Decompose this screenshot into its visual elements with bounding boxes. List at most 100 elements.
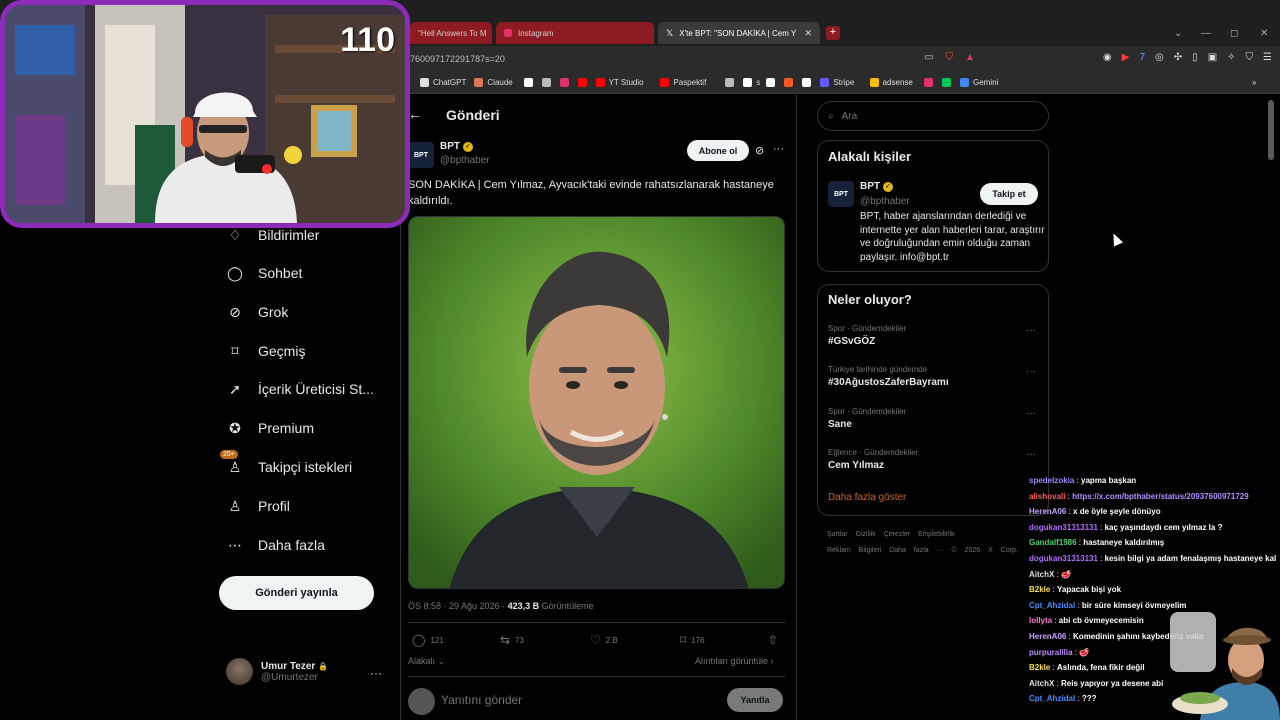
page-scrollbar[interactable] bbox=[1268, 100, 1274, 160]
show-more-link[interactable]: Daha fazla göster bbox=[828, 492, 906, 503]
bookmark-item[interactable]: Claude bbox=[474, 78, 513, 87]
chat-username[interactable]: Cpt_Ahzidal bbox=[1029, 694, 1075, 703]
trend-name[interactable]: #GSvGÖZ bbox=[828, 336, 875, 347]
tab-hell-answers[interactable]: "Hell Answers To M bbox=[410, 22, 492, 44]
account-more-icon[interactable]: ··· bbox=[370, 666, 382, 680]
nav-item-rocket[interactable]: ➚ İçerik Üreticisi St... bbox=[226, 380, 374, 398]
related-avatar[interactable]: BPT bbox=[828, 181, 854, 207]
leo-icon[interactable]: ✧ bbox=[1227, 52, 1235, 63]
bookmark-item[interactable] bbox=[802, 78, 812, 87]
chat-username[interactable]: dogukan31313131 bbox=[1029, 523, 1098, 532]
chat-username[interactable]: alishovali bbox=[1029, 492, 1065, 501]
minimize-icon[interactable]: — bbox=[1201, 28, 1211, 39]
chat-username[interactable]: AitchX bbox=[1029, 679, 1054, 688]
account-switcher[interactable]: Umur Tezer 🔒 @Umurtezer bbox=[226, 658, 328, 685]
wallet-icon[interactable]: ▣ bbox=[1208, 52, 1217, 63]
chat-username[interactable]: B2kle bbox=[1029, 663, 1050, 672]
reply-input[interactable]: Yanıtını gönder bbox=[441, 693, 522, 707]
tab-x-post[interactable]: 𝕏 X'te BPT: "SON DAKİKA | Cem Yıl ✕ bbox=[658, 22, 820, 44]
trend-more-icon[interactable]: ··· bbox=[1026, 408, 1036, 419]
repost-action[interactable]: ⇆ 73 bbox=[500, 633, 524, 647]
bookmark-item[interactable]: s bbox=[743, 78, 760, 87]
puzzle-icon[interactable]: ✣ bbox=[1174, 52, 1182, 63]
author-avatar[interactable]: BPT bbox=[408, 142, 434, 168]
bookmark-item[interactable]: ChatGPT bbox=[420, 78, 466, 87]
bookmark-item[interactable] bbox=[577, 78, 587, 87]
chat-username[interactable]: AitchX bbox=[1029, 570, 1054, 579]
sort-relevant[interactable]: Alakalı ⌄ bbox=[408, 656, 445, 667]
bookmark-item[interactable]: YT Studio bbox=[595, 78, 644, 87]
nav-item-follow-requests[interactable]: ♙ 20+ Takipçi istekleri bbox=[220, 450, 352, 476]
bookmark-action[interactable]: ⌑ 176 bbox=[680, 633, 705, 647]
chat-username[interactable]: HerenA06 bbox=[1029, 632, 1066, 641]
extension-1-icon[interactable]: ◉ bbox=[1103, 52, 1112, 63]
nav-item-grok[interactable]: ⊘ Grok bbox=[226, 303, 288, 321]
brave-shield-icon[interactable]: ⛉ bbox=[945, 52, 953, 63]
youtube-ext-icon[interactable]: ▶ bbox=[1122, 52, 1130, 63]
post-photo[interactable] bbox=[408, 216, 785, 589]
trend-more-icon[interactable]: ··· bbox=[1026, 366, 1036, 377]
url-field[interactable]: 760097172291787s=20 bbox=[410, 54, 505, 64]
nav-item-bell[interactable]: ♢ Bildirimler bbox=[226, 226, 320, 244]
nav-item-premium[interactable]: ✪ Premium bbox=[226, 419, 314, 437]
nav-item-profile[interactable]: ♙ Profil bbox=[226, 497, 290, 515]
post-time[interactable]: ÖS 8:58 · 29 Ağu 2026 · bbox=[408, 601, 508, 611]
bookmark-item[interactable] bbox=[559, 78, 569, 87]
extension-2-icon[interactable]: 7 bbox=[1139, 52, 1145, 63]
vpn-icon[interactable]: ⛉ bbox=[1246, 52, 1254, 63]
trend-more-icon[interactable]: ··· bbox=[1026, 449, 1036, 460]
brave-rewards-icon[interactable]: ▲ bbox=[965, 52, 975, 63]
more-bookmarks-icon[interactable]: » bbox=[1252, 78, 1256, 87]
bookmark-item[interactable] bbox=[942, 78, 951, 87]
chat-username[interactable]: HerenA06 bbox=[1029, 507, 1066, 516]
footer-links-1[interactable]: Şartlar Gizlilik Çerezler Erişilebilirli… bbox=[827, 531, 955, 538]
trend-more-icon[interactable]: ··· bbox=[1026, 325, 1036, 336]
bookmark-item[interactable]: Stripe bbox=[820, 78, 854, 87]
extension-3-icon[interactable]: ◎ bbox=[1155, 52, 1164, 63]
bookmark-item[interactable] bbox=[766, 78, 776, 87]
bookmark-item[interactable]: adsense bbox=[869, 78, 913, 87]
subscribe-button[interactable]: Abone ol bbox=[687, 140, 749, 161]
post-more-icon[interactable]: ··· bbox=[773, 143, 784, 155]
like-action[interactable]: ♡ 2 B bbox=[590, 633, 618, 647]
nav-item-bookmark[interactable]: ⌑ Geçmiş bbox=[226, 342, 305, 360]
tab-instagram[interactable]: Instagram bbox=[496, 22, 654, 44]
bookmark-item[interactable] bbox=[924, 78, 933, 87]
bookmark-item[interactable]: Gemini bbox=[960, 78, 998, 87]
related-handle[interactable]: @bpthaber bbox=[860, 196, 910, 207]
maximize-icon[interactable]: ◻ bbox=[1230, 28, 1238, 39]
chat-username[interactable]: spedelzokia bbox=[1029, 476, 1074, 485]
post-button[interactable]: Gönderi yayınla bbox=[219, 576, 374, 610]
author-handle[interactable]: @bpthaber bbox=[440, 155, 490, 166]
chat-username[interactable]: B2kle bbox=[1029, 585, 1050, 594]
bookmark-item[interactable] bbox=[541, 78, 551, 87]
cast-icon[interactable]: ▭ bbox=[924, 52, 933, 63]
view-quotes-link[interactable]: Alıntıları görüntüle › bbox=[695, 656, 774, 666]
menu-icon[interactable]: ☰ bbox=[1263, 52, 1272, 63]
trend-name[interactable]: #30AğustosZaferBayramı bbox=[828, 377, 949, 388]
tab-search-icon[interactable]: ⌄ bbox=[1174, 28, 1182, 39]
chat-username[interactable]: purpuralilia bbox=[1029, 648, 1073, 657]
close-tab-icon[interactable]: ✕ bbox=[804, 28, 812, 39]
share-action[interactable]: ⇧ bbox=[768, 633, 778, 647]
nav-item-chat[interactable]: ◯ Sohbet bbox=[226, 264, 302, 282]
follow-button[interactable]: Takip et bbox=[980, 183, 1038, 205]
search-input[interactable]: ⌕ Ara bbox=[817, 101, 1049, 131]
chat-username[interactable]: Gandalf1986 bbox=[1029, 538, 1077, 547]
reply-action[interactable]: ◯ 121 bbox=[412, 633, 444, 647]
bookmark-item[interactable] bbox=[725, 78, 735, 87]
author-name[interactable]: BPT ✓ bbox=[440, 141, 473, 152]
related-name[interactable]: BPT ✓ bbox=[860, 181, 893, 192]
trend-name[interactable]: Cem Yılmaz bbox=[828, 460, 884, 471]
chat-username[interactable]: lollyta bbox=[1029, 616, 1052, 625]
reply-button[interactable]: Yanıtla bbox=[727, 688, 783, 712]
bookmark-item[interactable]: Paspektif bbox=[660, 78, 706, 87]
grok-icon[interactable]: ⊘ bbox=[755, 144, 764, 157]
chat-username[interactable]: dogukan31313131 bbox=[1029, 554, 1098, 563]
bookmark-item[interactable] bbox=[523, 78, 533, 87]
back-arrow-icon[interactable]: ← bbox=[408, 106, 422, 122]
new-tab-button[interactable]: + bbox=[826, 26, 840, 40]
trend-name[interactable]: Sane bbox=[828, 419, 852, 430]
nav-item-more-circle[interactable]: ⋯ Daha fazla bbox=[226, 536, 325, 554]
sidebar-icon[interactable]: ▯ bbox=[1192, 52, 1198, 63]
